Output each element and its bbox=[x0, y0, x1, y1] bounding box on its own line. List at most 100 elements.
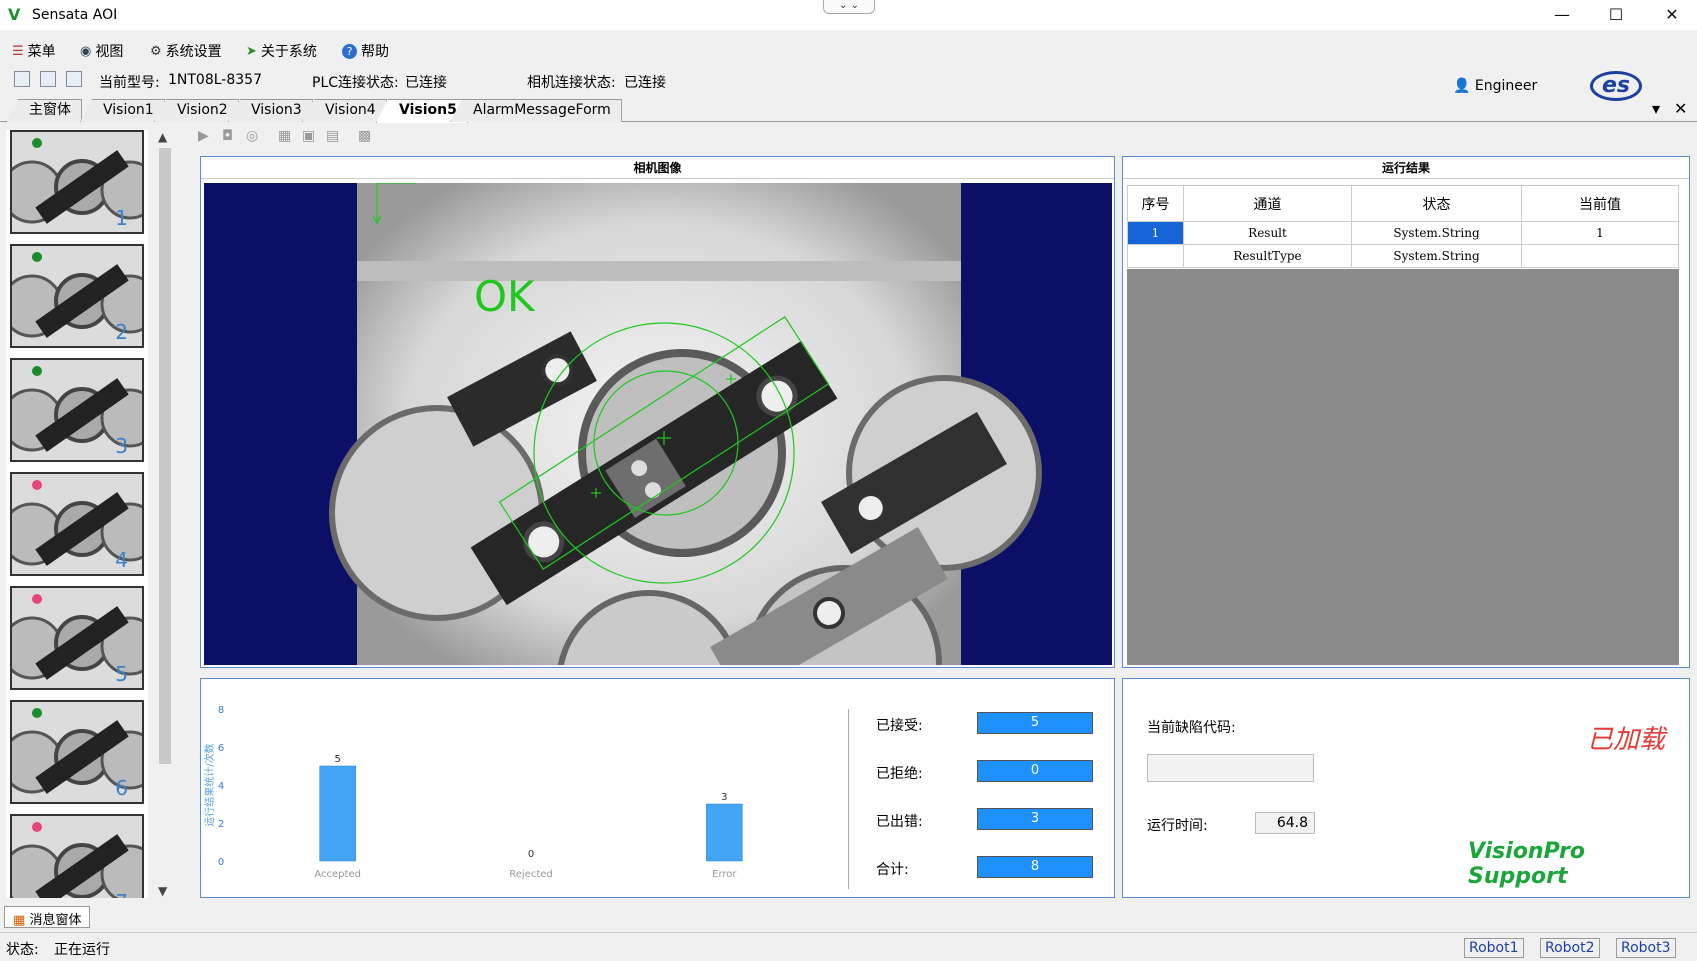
message-window-tab[interactable]: ▦ 消息窗体 bbox=[4, 906, 91, 928]
camera-label: 相机连接状态: bbox=[527, 75, 616, 91]
table-cell[interactable]: 1 bbox=[1521, 221, 1679, 245]
table-cell[interactable]: System.String bbox=[1351, 221, 1522, 245]
open-image-icon[interactable]: ▦ bbox=[278, 128, 294, 144]
scrollbar-thumb[interactable] bbox=[159, 148, 171, 764]
search-doc-icon[interactable] bbox=[66, 71, 82, 87]
menu-item-label: 关于系统 bbox=[260, 44, 317, 60]
defect-code-field[interactable] bbox=[1147, 754, 1314, 782]
tab-alarm-message-form[interactable]: AlarmMessageForm bbox=[450, 99, 622, 122]
table-cell[interactable] bbox=[1521, 244, 1679, 268]
thumbnail-item[interactable]: 4 bbox=[10, 472, 144, 576]
error-value: 3 bbox=[977, 808, 1093, 830]
robot2-status[interactable]: Robot2 bbox=[1540, 938, 1600, 958]
window-icon: ▦ bbox=[13, 913, 26, 928]
thumbnail-item[interactable]: 7 bbox=[10, 814, 144, 898]
maximize-button[interactable]: ☐ bbox=[1594, 2, 1638, 28]
column-header-status[interactable]: 状态 bbox=[1351, 185, 1522, 222]
status-dot-icon bbox=[32, 480, 42, 490]
camera-image-panel: 相机图像 OK bbox=[200, 156, 1115, 668]
play-icon[interactable]: ▶ bbox=[198, 128, 214, 144]
help-icon: ? bbox=[342, 43, 357, 59]
menu-item-view[interactable]: ◉ 视图 bbox=[80, 41, 123, 61]
table-cell[interactable]: System.String bbox=[1351, 244, 1522, 268]
thumbnail-item[interactable]: 5 bbox=[10, 586, 144, 690]
tab-vision2[interactable]: Vision2 bbox=[154, 99, 239, 122]
scroll-down-icon[interactable]: ▼ bbox=[158, 884, 167, 898]
tab-list-dropdown-icon[interactable]: ▾ bbox=[1652, 99, 1660, 118]
status-dot-icon bbox=[32, 366, 42, 376]
thumbnail-item[interactable]: 3 bbox=[10, 358, 144, 462]
tab-close-icon[interactable]: ✕ bbox=[1674, 99, 1687, 118]
error-label: 已出错: bbox=[876, 814, 923, 830]
y-tick-label: 6 bbox=[218, 743, 224, 754]
table-cell[interactable]: Result bbox=[1183, 221, 1352, 245]
defect-panel: 当前缺陷代码: 运行时间: 64.8 已加载 VisionPro Support bbox=[1122, 678, 1690, 898]
minimize-button[interactable]: — bbox=[1540, 2, 1584, 28]
thumbnail-scrollbar[interactable]: ▲ ▼ bbox=[156, 130, 174, 898]
table-empty-area bbox=[1127, 269, 1679, 665]
robot3-status[interactable]: Robot3 bbox=[1616, 938, 1676, 958]
thumbnail-number: 7 bbox=[115, 890, 128, 898]
x-tick-label: Rejected bbox=[509, 869, 553, 880]
column-header-value[interactable]: 当前值 bbox=[1521, 185, 1679, 222]
camera-panel-title: 相机图像 bbox=[201, 157, 1114, 179]
status-dot-icon bbox=[32, 708, 42, 718]
statistics-panel: 0 2 4 6 8 运行结果统计/次数 5 Accepted 0 Rejected 3 Error 已… bbox=[200, 678, 1115, 898]
visionpro-support-text: VisionPro Support bbox=[1468, 839, 1586, 889]
column-header-index[interactable]: 序号 bbox=[1127, 185, 1184, 222]
status-bar: 状态: 正在运行 Robot1 Robot2 Robot3 bbox=[0, 932, 1697, 961]
menu-item-settings[interactable]: ⚙ 系统设置 bbox=[150, 41, 222, 61]
y-axis-label: 运行结果统计/次数 bbox=[203, 743, 216, 826]
settings-image-icon[interactable]: ▩ bbox=[358, 128, 374, 144]
thumbnail-item[interactable]: 6 bbox=[10, 700, 144, 804]
loaded-status-text: 已加载 bbox=[1587, 725, 1666, 755]
scroll-up-icon[interactable]: ▲ bbox=[158, 130, 167, 144]
menu-bar: ☰ 菜单 ◉ 视图 ⚙ 系统设置 ➤ 关于系统 ? 帮助 👤 Engineer … bbox=[0, 37, 1697, 101]
runtime-field[interactable]: 64.8 bbox=[1255, 812, 1315, 834]
robot1-status[interactable]: Robot1 bbox=[1464, 938, 1524, 958]
menu-item-menu[interactable]: ☰ 菜单 bbox=[12, 41, 56, 61]
thumbnail-item[interactable]: 2 bbox=[10, 244, 144, 348]
message-tab-label: 消息窗体 bbox=[29, 913, 82, 928]
bar-chart: 0 2 4 6 8 运行结果统计/次数 5 Accepted 0 Rejected 3 Error bbox=[203, 705, 743, 880]
status-dot-icon bbox=[32, 138, 42, 148]
thumbnail-number: 6 bbox=[115, 776, 128, 800]
camera-icon[interactable]: ◘ bbox=[222, 128, 238, 144]
ok-result-text: OK bbox=[474, 272, 536, 321]
status-dot-icon bbox=[32, 252, 42, 262]
bar-value-label: 5 bbox=[334, 754, 340, 765]
menu-item-help[interactable]: ? 帮助 bbox=[342, 41, 389, 61]
table-row[interactable]: ResultType System.String bbox=[1127, 244, 1679, 268]
model-value: 1NT08L-8357 bbox=[168, 72, 262, 88]
menu-book-icon: ☰ bbox=[12, 43, 24, 59]
bar-accepted bbox=[319, 765, 356, 862]
menu-item-label: 菜单 bbox=[27, 44, 56, 60]
table-cell[interactable] bbox=[1127, 244, 1184, 268]
column-header-channel[interactable]: 通道 bbox=[1183, 185, 1352, 222]
list-icon[interactable] bbox=[14, 71, 30, 87]
chart-icon[interactable] bbox=[40, 71, 56, 87]
tab-vision3[interactable]: Vision3 bbox=[228, 99, 313, 122]
table-row[interactable]: 1 Result System.String 1 bbox=[1127, 221, 1679, 245]
title-bar: V Sensata AOI ⌄ ⌄ — ☐ ✕ bbox=[0, 0, 1697, 30]
thumbnail-number: 5 bbox=[115, 662, 128, 686]
save-icon[interactable]: ▣ bbox=[302, 128, 318, 144]
save-all-icon[interactable]: ▤ bbox=[326, 128, 342, 144]
plc-label: PLC连接状态: bbox=[312, 75, 399, 91]
menu-item-about[interactable]: ➤ 关于系统 bbox=[246, 41, 317, 61]
table-cell[interactable]: 1 bbox=[1127, 221, 1184, 245]
close-button[interactable]: ✕ bbox=[1650, 2, 1694, 28]
camera-view[interactable]: OK bbox=[204, 183, 1112, 665]
bar-value-label: 0 bbox=[528, 849, 534, 860]
total-label: 合计: bbox=[876, 862, 909, 878]
thumbnail-item[interactable]: 1 bbox=[10, 130, 144, 234]
accepted-value: 5 bbox=[977, 712, 1093, 734]
y-tick-label: 0 bbox=[218, 857, 224, 868]
snap-layout-button[interactable]: ⌄ ⌄ bbox=[823, 0, 875, 14]
tab-vision1[interactable]: Vision1 bbox=[80, 99, 165, 122]
tab-vision4[interactable]: Vision4 bbox=[302, 99, 387, 122]
thumbnail-number: 2 bbox=[115, 320, 128, 344]
table-cell[interactable]: ResultType bbox=[1183, 244, 1352, 268]
tab-main[interactable]: 主窗体 bbox=[6, 99, 82, 122]
live-icon[interactable]: ◎ bbox=[246, 128, 262, 144]
